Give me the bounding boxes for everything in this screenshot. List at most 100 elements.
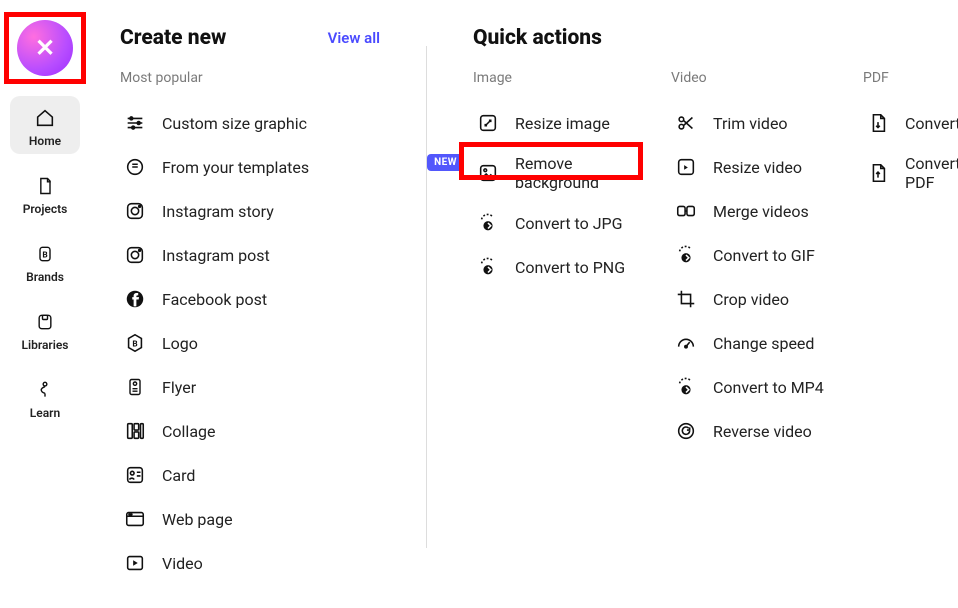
opt-label: Collage: [162, 422, 216, 441]
learn-icon: [33, 378, 57, 402]
opt-fb-post[interactable]: Facebook post: [120, 280, 380, 318]
opt-ig-post[interactable]: Instagram post: [120, 236, 380, 274]
qa-reverse-video[interactable]: Reverse video: [671, 412, 839, 450]
opt-label: Card: [162, 466, 195, 485]
quick-actions-panel: Quick actions Image Resize image: [473, 26, 958, 608]
svg-text:B: B: [132, 340, 137, 350]
create-title: Create new: [120, 26, 226, 50]
opt-label: Merge videos: [713, 202, 809, 221]
projects-icon: [33, 174, 57, 198]
opt-label: Convert to JPG: [515, 214, 623, 233]
opt-label: Custom size graphic: [162, 114, 307, 133]
qa-crop-video[interactable]: Crop video: [671, 280, 839, 318]
reverse-icon: [673, 418, 699, 444]
merge-icon: [673, 198, 699, 224]
qa-to-png[interactable]: Convert to PNG: [473, 248, 647, 286]
opt-label: Convert to PNG: [515, 258, 625, 277]
remove-bg-icon: [475, 160, 501, 186]
opt-label: Reverse video: [713, 422, 812, 441]
opt-label: Convert to GIF: [713, 246, 815, 265]
qa-change-speed[interactable]: Change speed: [671, 324, 839, 362]
instagram-icon: [122, 198, 148, 224]
opt-web-page[interactable]: Web page: [120, 500, 380, 538]
opt-collage[interactable]: Collage: [120, 412, 380, 450]
video-icon: [122, 550, 148, 576]
opt-label: Web page: [162, 510, 233, 529]
templates-icon: [122, 154, 148, 180]
qa-to-jpg[interactable]: Convert to JPG: [473, 204, 647, 242]
quick-col-image: Image Resize image Remove background: [473, 70, 647, 450]
qa-to-pdf[interactable]: Convert to PDF: [863, 104, 958, 142]
qa-trim-video[interactable]: Trim video: [671, 104, 839, 142]
opt-label: Convert to MP4: [713, 378, 824, 397]
opt-card[interactable]: Card: [120, 456, 380, 494]
facebook-icon: [122, 286, 148, 312]
quick-list-video: Trim video Resize video Merge videos: [671, 104, 839, 450]
sidebar-item-learn[interactable]: Learn: [10, 368, 80, 426]
create-subhead: Most popular: [120, 70, 380, 86]
svg-text:B: B: [42, 250, 47, 260]
opt-custom-size[interactable]: Custom size graphic: [120, 104, 380, 142]
brands-icon: B: [33, 242, 57, 266]
logo-icon: B: [122, 330, 148, 356]
resize-icon: [673, 154, 699, 180]
close-icon: ✕: [35, 36, 55, 60]
new-badge: NEW: [427, 154, 464, 171]
divider: [426, 46, 427, 548]
crop-icon: [673, 286, 699, 312]
sidebar-item-brands[interactable]: B Brands: [10, 232, 80, 290]
quick-list-image: Resize image Remove background Conver: [473, 104, 647, 286]
opt-video[interactable]: Video: [120, 544, 380, 582]
opt-label: Trim video: [713, 114, 788, 133]
pdf-import-icon: [865, 110, 891, 136]
nav-label: Learn: [30, 406, 60, 420]
sliders-icon: [122, 110, 148, 136]
opt-flyer[interactable]: Flyer: [120, 368, 380, 406]
quick-col-title: Image: [473, 70, 647, 86]
opt-from-templates[interactable]: From your templates NEW: [120, 148, 380, 186]
opt-label: Facebook post: [162, 290, 267, 309]
opt-label: Remove background: [515, 154, 645, 192]
quick-header: Quick actions: [473, 26, 958, 50]
opt-label: Resize image: [515, 114, 610, 133]
qa-merge-videos[interactable]: Merge videos: [671, 192, 839, 230]
quick-list-pdf: Convert to PDF Convert from PDF: [863, 104, 958, 198]
convert-icon: [673, 242, 699, 268]
opt-label: Logo: [162, 334, 198, 353]
close-button-wrap: ✕: [0, 10, 90, 86]
close-button[interactable]: ✕: [17, 20, 73, 76]
opt-label: Instagram post: [162, 246, 270, 265]
qa-to-gif[interactable]: Convert to GIF: [671, 236, 839, 274]
home-icon: [33, 106, 57, 130]
view-all-link[interactable]: View all: [328, 29, 380, 47]
quick-col-video: Video Trim video Resize video: [671, 70, 839, 450]
opt-label: Convert to PDF: [905, 114, 958, 133]
libraries-icon: [33, 310, 57, 334]
qa-resize-image[interactable]: Resize image: [473, 104, 647, 142]
opt-ig-story[interactable]: Instagram story: [120, 192, 380, 230]
quick-col-pdf: PDF Convert to PDF Convert from PDF: [863, 70, 958, 450]
opt-logo[interactable]: B Logo: [120, 324, 380, 362]
create-header: Create new View all: [120, 26, 380, 50]
webpage-icon: [122, 506, 148, 532]
qa-remove-background[interactable]: Remove background: [473, 148, 647, 198]
sidebar: ✕ Home Projects B Brands Libraries Learn: [0, 0, 90, 608]
qa-to-mp4[interactable]: Convert to MP4: [671, 368, 839, 406]
qa-from-pdf[interactable]: Convert from PDF: [863, 148, 958, 198]
opt-label: From your templates: [162, 158, 309, 177]
nav-label: Home: [29, 134, 61, 148]
sidebar-item-libraries[interactable]: Libraries: [10, 300, 80, 358]
sidebar-item-projects[interactable]: Projects: [10, 164, 80, 222]
quick-col-title: PDF: [863, 70, 958, 86]
flyer-icon: [122, 374, 148, 400]
create-list: Custom size graphic From your templates …: [120, 104, 380, 582]
opt-label: Resize video: [713, 158, 802, 177]
convert-icon: [475, 254, 501, 280]
convert-icon: [673, 374, 699, 400]
opt-label: Convert from PDF: [905, 154, 958, 192]
qa-resize-video[interactable]: Resize video: [671, 148, 839, 186]
collage-icon: [122, 418, 148, 444]
trim-icon: [673, 110, 699, 136]
opt-label: Crop video: [713, 290, 789, 309]
sidebar-item-home[interactable]: Home: [10, 96, 80, 154]
